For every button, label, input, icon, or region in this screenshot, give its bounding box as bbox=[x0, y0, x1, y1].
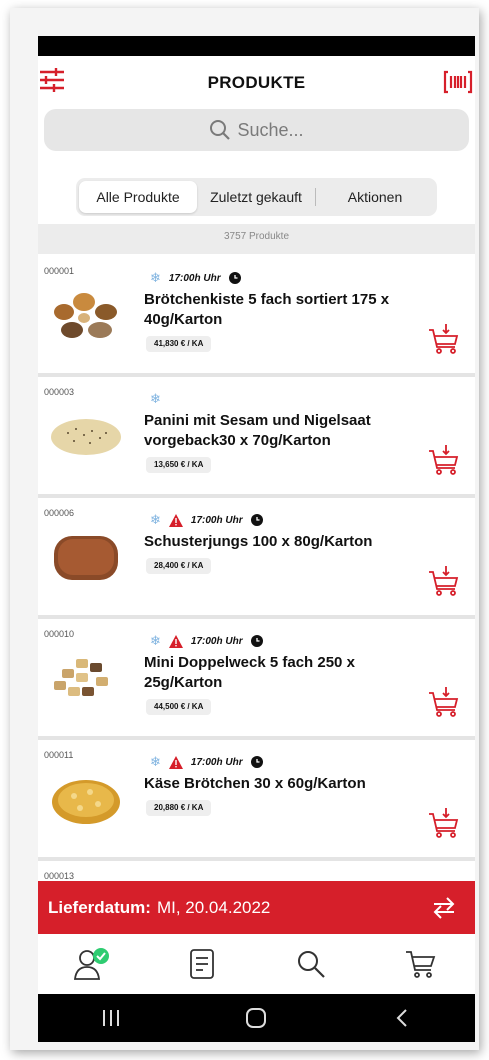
add-to-cart-button[interactable] bbox=[427, 806, 461, 840]
product-meta: ❄ 17:00h Uhr bbox=[150, 633, 263, 649]
home-button[interactable] bbox=[241, 1003, 271, 1033]
product-image bbox=[51, 419, 121, 455]
delivery-date-bar[interactable]: Lieferdatum: MI, 20.04.2022 bbox=[38, 881, 475, 934]
add-to-cart-button[interactable] bbox=[427, 322, 461, 356]
list-item[interactable]: 000003 ❄ Panini mit Sesam und Nigelsaat … bbox=[38, 377, 475, 494]
product-meta: ❄ 17:00h Uhr bbox=[150, 270, 241, 286]
article-number: 000013 bbox=[44, 871, 75, 881]
price-badge: 20,880 € / KA bbox=[146, 800, 212, 816]
search-placeholder: Suche... bbox=[237, 119, 304, 140]
bottom-navigation bbox=[38, 934, 475, 994]
list-item[interactable]: 000006 ❄ 17:00h Uhr Schusterjungs 100 x … bbox=[38, 498, 475, 615]
clock-icon bbox=[250, 756, 263, 768]
back-button[interactable] bbox=[387, 1003, 417, 1033]
snowflake-icon: ❄ bbox=[150, 754, 161, 769]
clock-icon bbox=[250, 635, 263, 647]
clock-icon bbox=[250, 514, 263, 526]
article-number: 000003 bbox=[44, 387, 75, 397]
cutoff-time: 17:00h Uhr bbox=[168, 272, 221, 284]
swap-arrows-icon bbox=[433, 897, 455, 919]
article-number: 000011 bbox=[44, 750, 74, 760]
orders-icon bbox=[189, 949, 214, 979]
product-meta: ❄ 17:00h Uhr bbox=[150, 512, 263, 528]
cutoff-time: 17:00h Uhr bbox=[190, 635, 243, 647]
add-to-cart-button[interactable] bbox=[427, 685, 461, 719]
add-to-cart-button[interactable] bbox=[427, 443, 461, 477]
add-to-cart-button[interactable] bbox=[427, 564, 461, 598]
product-count: 3757 Produkte bbox=[38, 224, 475, 254]
list-item[interactable]: 000011 ❄ 17:00h Uhr Käse Brötchen 30 x 6… bbox=[38, 740, 475, 857]
product-name: Panini mit Sesam und Nigelsaat vorgeback… bbox=[144, 412, 371, 449]
list-item[interactable]: 000013 bbox=[38, 861, 475, 881]
price-badge: 41,830 € / KA bbox=[146, 336, 212, 352]
list-item[interactable]: 000010 ❄ 17:00h Uhr Mini Doppelweck 5 fa… bbox=[38, 619, 475, 736]
product-name: Käse Brötchen 30 x 60g/Karton bbox=[144, 775, 366, 792]
account-icon bbox=[73, 948, 109, 980]
phone-screen: PRODUKTE Suche... Alle Produkte Zuletzt … bbox=[38, 36, 475, 1042]
product-name: Mini Doppelweck 5 fach 250 x 25g/Karton bbox=[144, 654, 355, 691]
product-meta: ❄ 17:00h Uhr bbox=[150, 754, 263, 770]
product-image bbox=[52, 780, 120, 824]
article-number: 000001 bbox=[44, 266, 75, 276]
snowflake-icon: ❄ bbox=[150, 633, 161, 648]
article-number: 000010 bbox=[44, 629, 75, 639]
recent-apps-icon bbox=[102, 1010, 119, 1026]
status-bar bbox=[38, 36, 475, 56]
tab-zuletzt-gekauft[interactable]: Zuletzt gekauft bbox=[197, 181, 315, 213]
product-name: Brötchenkiste 5 fach sortiert 175 x 40g/… bbox=[144, 291, 390, 328]
tab-alle-produkte[interactable]: Alle Produkte bbox=[79, 181, 197, 213]
barcode-scan-button[interactable] bbox=[443, 69, 473, 95]
nav-orders[interactable] bbox=[182, 944, 222, 984]
add-to-cart-icon bbox=[429, 808, 459, 838]
product-image bbox=[54, 659, 108, 696]
system-navigation-bar bbox=[38, 994, 475, 1042]
price-badge: 44,500 € / KA bbox=[146, 699, 212, 715]
nav-search[interactable] bbox=[291, 944, 331, 984]
snowflake-icon: ❄ bbox=[150, 270, 161, 285]
clock-icon bbox=[228, 272, 241, 284]
add-to-cart-icon bbox=[429, 566, 459, 596]
add-to-cart-icon bbox=[429, 445, 459, 475]
product-name: Schusterjungs 100 x 80g/Karton bbox=[144, 533, 373, 550]
barcode-scan-icon bbox=[443, 70, 473, 94]
article-number: 000006 bbox=[44, 508, 75, 518]
app-header: PRODUKTE bbox=[38, 56, 475, 108]
cart-icon bbox=[406, 951, 436, 978]
search-icon bbox=[210, 120, 231, 140]
recent-apps-button[interactable] bbox=[96, 1003, 126, 1033]
warning-triangle-icon bbox=[168, 755, 183, 769]
price-badge: 13,650 € / KA bbox=[146, 457, 212, 473]
warning-triangle-icon bbox=[168, 513, 183, 527]
segmented-tabs: Alle Produkte Zuletzt gekauft Aktionen bbox=[76, 178, 437, 216]
nav-account[interactable] bbox=[73, 944, 113, 984]
change-delivery-date-button[interactable] bbox=[431, 895, 457, 921]
product-meta: ❄ bbox=[150, 391, 161, 407]
home-icon bbox=[246, 1008, 267, 1028]
delivery-date: MI, 20.04.2022 bbox=[156, 897, 271, 917]
price-badge: 28,400 € / KA bbox=[146, 558, 212, 574]
nav-cart[interactable] bbox=[400, 944, 440, 984]
product-image bbox=[54, 536, 118, 580]
cutoff-time: 17:00h Uhr bbox=[190, 514, 243, 526]
add-to-cart-icon bbox=[429, 687, 459, 717]
back-icon bbox=[396, 1009, 407, 1027]
snowflake-icon: ❄ bbox=[150, 512, 161, 527]
warning-triangle-icon bbox=[168, 634, 183, 648]
tab-aktionen[interactable]: Aktionen bbox=[316, 181, 434, 213]
search-icon bbox=[298, 951, 325, 978]
delivery-label: Lieferdatum: bbox=[48, 897, 151, 917]
product-image bbox=[54, 293, 117, 338]
search-input[interactable]: Suche... bbox=[44, 109, 469, 151]
page-title: PRODUKTE bbox=[207, 73, 306, 92]
list-item[interactable]: 000001 ❄ 17:00h Uhr Brötchenkiste 5 fach… bbox=[38, 256, 475, 373]
cutoff-time: 17:00h Uhr bbox=[190, 756, 243, 768]
snowflake-icon: ❄ bbox=[150, 391, 161, 406]
add-to-cart-icon bbox=[429, 324, 459, 354]
